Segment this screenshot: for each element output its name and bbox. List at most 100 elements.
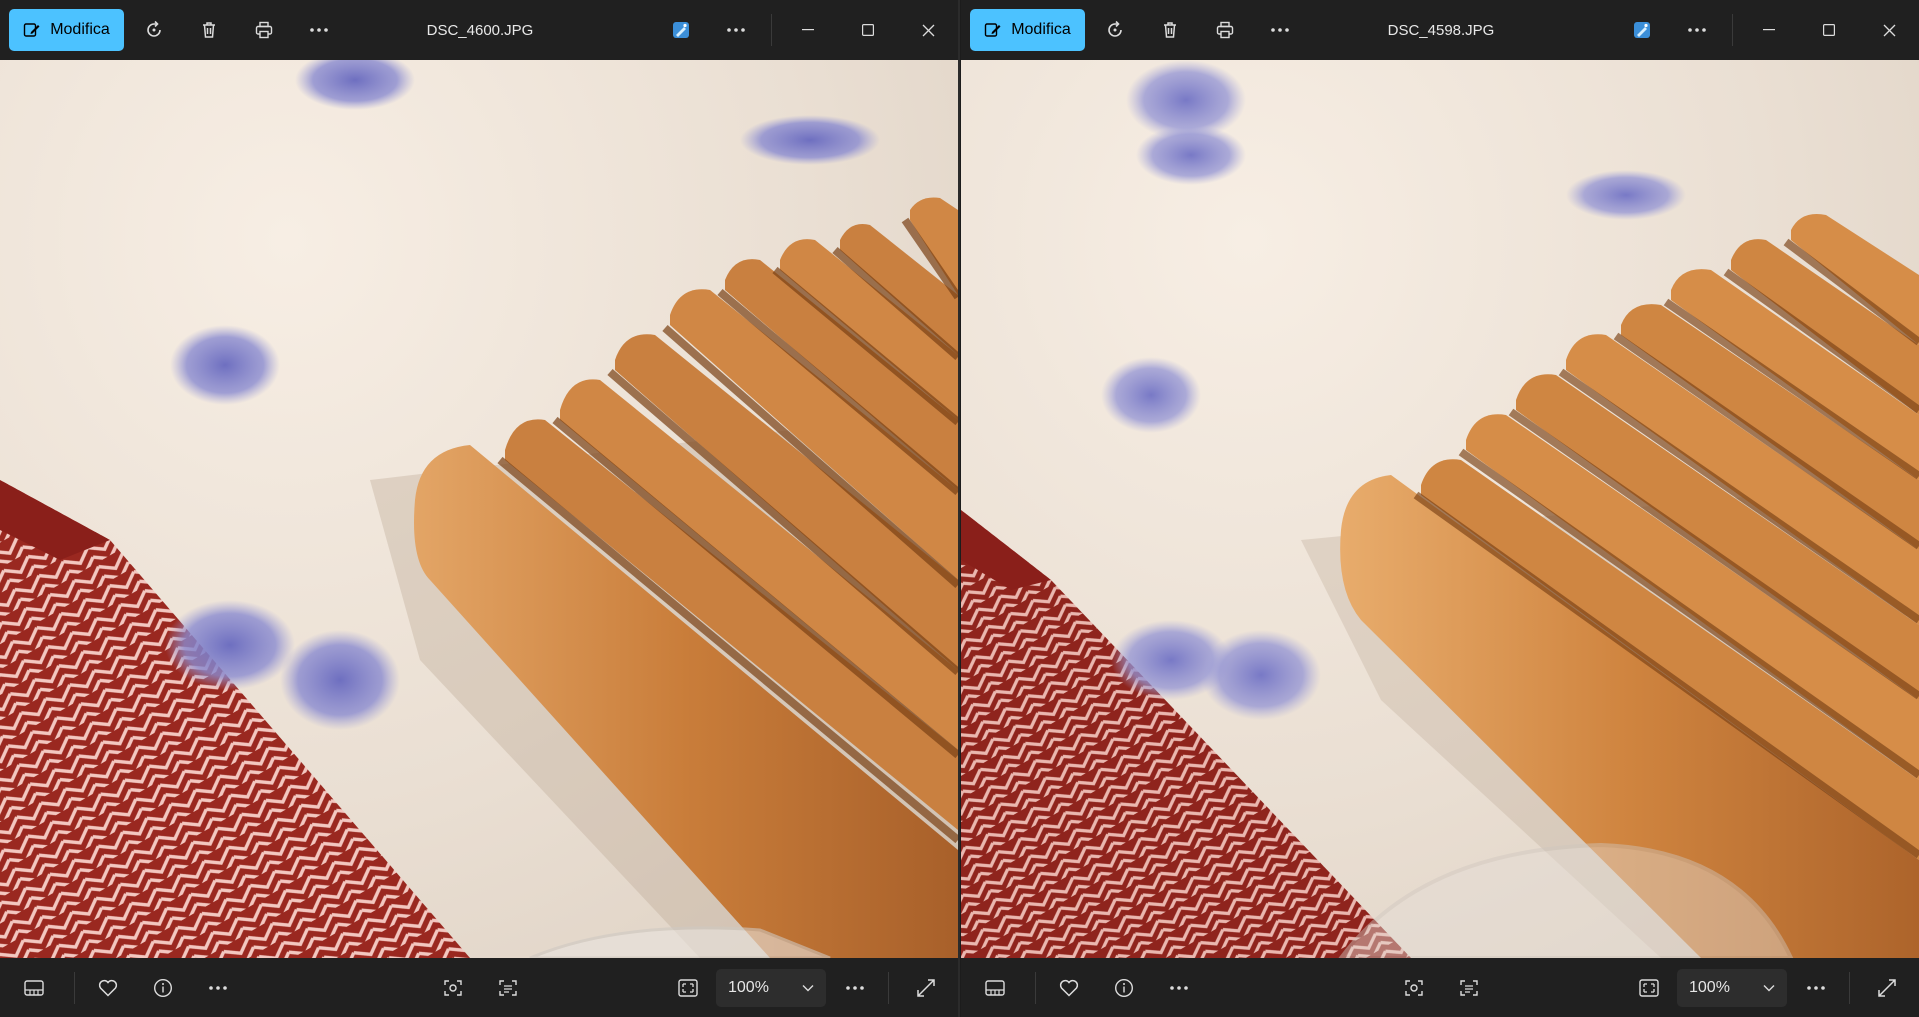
fit-to-window-button[interactable] [668, 968, 708, 1008]
zoom-dropdown[interactable]: 100% [716, 969, 826, 1007]
close-icon [1883, 24, 1896, 37]
filmstrip-button[interactable] [975, 968, 1015, 1008]
bottom-bar: 100% [961, 958, 1919, 1017]
more-options-button[interactable] [835, 968, 875, 1008]
chevron-down-icon [802, 984, 814, 992]
more-icon [1687, 27, 1707, 33]
visual-search-button[interactable] [1394, 968, 1434, 1008]
photo-image [0, 60, 958, 958]
text-scan-icon [1459, 978, 1479, 998]
more-options-button[interactable] [1260, 10, 1300, 50]
maximize-icon [862, 24, 874, 36]
filmstrip-icon [24, 980, 44, 996]
rotate-icon [144, 20, 164, 40]
bottom-separator [1849, 972, 1850, 1004]
filmstrip-button[interactable] [14, 968, 54, 1008]
zoom-value: 100% [728, 979, 769, 996]
more-icon [845, 985, 865, 991]
more-options-button[interactable] [299, 10, 339, 50]
minimize-button[interactable] [778, 0, 838, 60]
maximize-button[interactable] [1799, 0, 1859, 60]
favorite-icon [1059, 979, 1079, 997]
photo-viewport[interactable] [0, 60, 958, 958]
more-options-button[interactable] [716, 10, 756, 50]
more-icon [726, 27, 746, 33]
chevron-down-icon [1763, 984, 1775, 992]
maximize-button[interactable] [838, 0, 898, 60]
more-icon [309, 27, 329, 33]
bottom-separator [1035, 972, 1036, 1004]
title-bar: Modifica DSC_4600.JPG [0, 0, 958, 60]
edit-icon [984, 21, 1002, 39]
info-button[interactable] [143, 968, 183, 1008]
fullscreen-button[interactable] [906, 968, 946, 1008]
fit-to-window-icon [1639, 979, 1659, 997]
close-button[interactable] [1859, 0, 1919, 60]
zoom-dropdown[interactable]: 100% [1677, 969, 1787, 1007]
print-icon [1215, 20, 1235, 40]
info-icon [153, 978, 173, 998]
delete-icon [1160, 20, 1180, 40]
edit-button[interactable]: Modifica [9, 9, 124, 51]
print-button[interactable] [1205, 10, 1245, 50]
favorite-button[interactable] [88, 968, 128, 1008]
file-name: DSC_4600.JPG [426, 21, 534, 39]
close-icon [922, 24, 935, 37]
text-scan-button[interactable] [1449, 968, 1489, 1008]
editor-app-icon [1633, 21, 1651, 39]
more-icon [208, 985, 228, 991]
title-bar: Modifica DSC_4598.JPG [961, 0, 1919, 60]
edit-button-label: Modifica [1011, 21, 1071, 38]
more-icon [1270, 27, 1290, 33]
file-name: DSC_4598.JPG [1387, 21, 1495, 39]
minimize-icon [1763, 29, 1775, 31]
minimize-icon [802, 29, 814, 31]
filmstrip-icon [985, 980, 1005, 996]
fullscreen-icon [917, 979, 935, 997]
editor-app-icon [672, 21, 690, 39]
bottom-separator [888, 972, 889, 1004]
fit-to-window-button[interactable] [1629, 968, 1669, 1008]
face-scan-icon [443, 978, 463, 998]
photos-window-right: Modifica DSC_4598.JPG 100% [961, 0, 1919, 1017]
photo-viewport[interactable] [961, 60, 1919, 958]
delete-button[interactable] [1150, 10, 1190, 50]
favorite-icon [98, 979, 118, 997]
open-editor-button[interactable] [661, 10, 701, 50]
photos-window-left: Modifica DSC_4600.JPG 100% [0, 0, 960, 1017]
rotate-icon [1105, 20, 1125, 40]
maximize-icon [1823, 24, 1835, 36]
delete-icon [199, 20, 219, 40]
rotate-button[interactable] [134, 10, 174, 50]
more-options-button[interactable] [198, 968, 238, 1008]
delete-button[interactable] [189, 10, 229, 50]
close-button[interactable] [898, 0, 958, 60]
fullscreen-icon [1878, 979, 1896, 997]
favorite-button[interactable] [1049, 968, 1089, 1008]
open-editor-button[interactable] [1622, 10, 1662, 50]
edit-button-label: Modifica [50, 21, 110, 38]
visual-search-button[interactable] [433, 968, 473, 1008]
bottom-separator [74, 972, 75, 1004]
more-options-button[interactable] [1796, 968, 1836, 1008]
bottom-bar: 100% [0, 958, 958, 1017]
print-button[interactable] [244, 10, 284, 50]
info-icon [1114, 978, 1134, 998]
minimize-button[interactable] [1739, 0, 1799, 60]
more-options-button[interactable] [1677, 10, 1717, 50]
text-scan-button[interactable] [488, 968, 528, 1008]
print-icon [254, 20, 274, 40]
more-options-button[interactable] [1159, 968, 1199, 1008]
face-scan-icon [1404, 978, 1424, 998]
zoom-value: 100% [1689, 979, 1730, 996]
fullscreen-button[interactable] [1867, 968, 1907, 1008]
edit-icon [23, 21, 41, 39]
more-icon [1806, 985, 1826, 991]
photo-image [961, 60, 1919, 958]
edit-button[interactable]: Modifica [970, 9, 1085, 51]
info-button[interactable] [1104, 968, 1144, 1008]
more-icon [1169, 985, 1189, 991]
title-separator [771, 14, 772, 46]
fit-to-window-icon [678, 979, 698, 997]
rotate-button[interactable] [1095, 10, 1135, 50]
